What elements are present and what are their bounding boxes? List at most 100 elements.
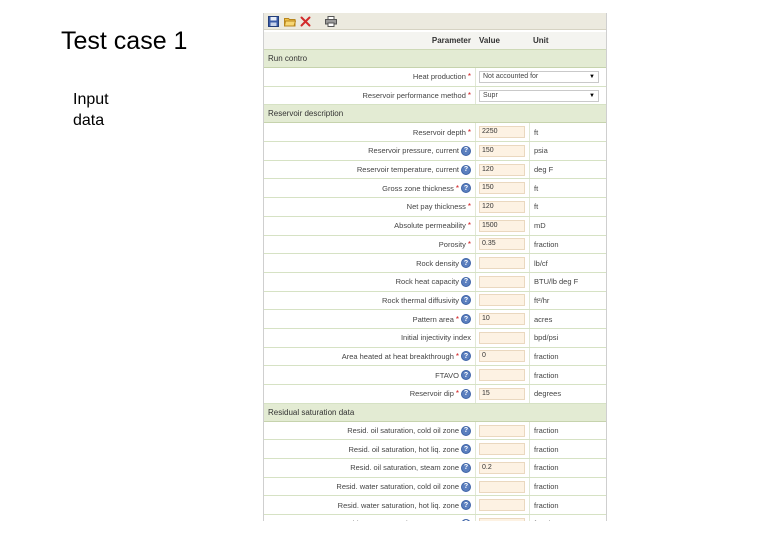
value-input[interactable]: 150 [479,144,525,157]
table-header: Parameter Value Unit [264,32,606,50]
table-row: Net pay thickness * 120 ft [264,198,606,217]
dropdown-arrow-icon: ▼ [589,92,595,99]
print-icon[interactable] [324,15,337,28]
param-cell: Reservoir depth * [264,128,475,137]
unit-cell: fraction [529,440,606,459]
param-cell: Net pay thickness * [264,202,475,211]
param-label: Gross zone thickness [382,183,454,193]
value-cell: 0 [475,347,529,366]
help-icon[interactable]: ? [461,481,471,492]
param-cell: Resid. water saturation, steam zone? [264,518,475,521]
param-cell: Reservoir performance method * [264,91,475,100]
required-asterisk: * [467,127,471,137]
help-icon[interactable]: ? [461,462,471,473]
save-icon[interactable] [267,15,280,28]
performance-method-select[interactable]: Supr ▼ [479,89,599,102]
unit-cell: fraction [529,477,606,496]
toolbar [264,13,606,30]
help-icon[interactable]: ? [461,295,471,306]
input-form-panel: Parameter Value Unit Run contro Heat pro… [263,13,607,521]
help-icon[interactable]: ? [461,145,471,156]
section-residual-saturation: Residual saturation data [264,403,606,422]
value-input[interactable]: 0 [479,350,525,363]
value-input[interactable] [479,257,525,270]
required-asterisk: * [467,72,471,82]
help-icon[interactable]: ? [461,500,471,511]
value-cell [475,254,529,272]
value-input[interactable]: 0.2 [479,461,525,474]
unit-cell: BTU/lb deg F [529,272,606,291]
table-row: Initial injectivity index bpd/psi [264,328,606,348]
param-cell: Resid. water saturation, hot liq. zone? [264,500,475,511]
table-row: Reservoir depth * 2250 ft [264,123,606,143]
param-label: Heat production [412,72,466,82]
param-cell: Resid. water saturation, cold oil zone? [264,481,475,492]
value-input[interactable]: 0.35 [479,238,525,251]
value-input[interactable] [479,424,525,437]
param-label: Initial injectivity index [400,333,471,343]
value-input[interactable] [479,517,525,521]
value-input[interactable]: 1500 [479,219,525,232]
param-cell: Heat production * [264,72,475,81]
param-label: Resid. water saturation, steam zone [339,519,459,521]
param-label: Resid. oil saturation, steam zone [350,463,459,473]
value-input[interactable]: 120 [479,200,525,213]
unit-cell: fraction [529,421,606,440]
note-line-1: Input [73,91,109,108]
value-input[interactable]: 15 [479,387,525,400]
help-icon[interactable]: ? [461,164,471,175]
value-cell [475,291,529,310]
open-folder-icon[interactable] [283,15,296,28]
value-input[interactable] [479,443,525,456]
param-cell: Pattern area *? [264,314,475,325]
help-icon[interactable]: ? [461,314,471,325]
required-asterisk: * [467,239,471,249]
unit-cell: fraction [529,515,606,521]
help-icon[interactable]: ? [461,351,471,362]
value-input[interactable]: 150 [479,182,525,195]
help-icon[interactable]: ? [461,276,471,287]
heat-production-select[interactable]: Not accounted for ▼ [479,70,599,83]
required-asterisk: * [467,202,471,212]
unit-cell: ft²/hr [529,291,606,310]
value-input[interactable]: 10 [479,313,525,326]
table-row: Resid. oil saturation, cold oil zone? fra… [264,421,606,441]
help-icon[interactable]: ? [461,444,471,455]
table-row: FTAVO? fraction [264,366,606,385]
help-icon[interactable]: ? [461,370,471,381]
help-icon[interactable]: ? [461,518,471,521]
param-label: Resid. water saturation, cold oil zone [336,482,459,492]
param-label: Porosity [438,239,466,249]
unit-cell: psia [529,142,606,160]
unit-cell: fraction [529,235,606,254]
param-cell: Reservoir pressure, current? [264,145,475,156]
param-label: Absolute permeability [394,221,466,231]
param-label: Area heated at heat breakthrough [341,351,454,361]
table-row: Resid. water saturation, cold oil zone? f… [264,477,606,497]
help-icon[interactable]: ? [461,183,471,194]
help-icon[interactable]: ? [461,425,471,436]
help-icon[interactable]: ? [461,388,471,399]
help-icon[interactable]: ? [461,258,471,269]
section-reservoir-description: Reservoir description [264,105,606,124]
delete-icon[interactable] [299,15,312,28]
value-input[interactable] [479,369,525,382]
value-cell [475,421,529,440]
required-asterisk: * [455,183,459,193]
column-header-unit: Unit [533,36,549,45]
param-label: Reservoir pressure, current [368,146,459,156]
table-row: Gross zone thickness *? 150 ft [264,179,606,199]
value-input[interactable]: 120 [479,163,525,176]
value-cell [475,366,529,384]
value-input[interactable] [479,294,525,307]
unit-cell: degrees [529,385,606,403]
dropdown-arrow-icon: ▼ [589,73,595,80]
unit-cell: lb/cf [529,254,606,272]
value-input[interactable] [479,499,525,512]
unit-cell: fraction [529,347,606,366]
row-heat-production: Heat production * Not accounted for ▼ [264,68,606,87]
value-input[interactable] [479,275,525,288]
value-input[interactable]: 2250 [479,126,525,139]
value-input[interactable] [479,331,525,344]
value-input[interactable] [479,480,525,493]
